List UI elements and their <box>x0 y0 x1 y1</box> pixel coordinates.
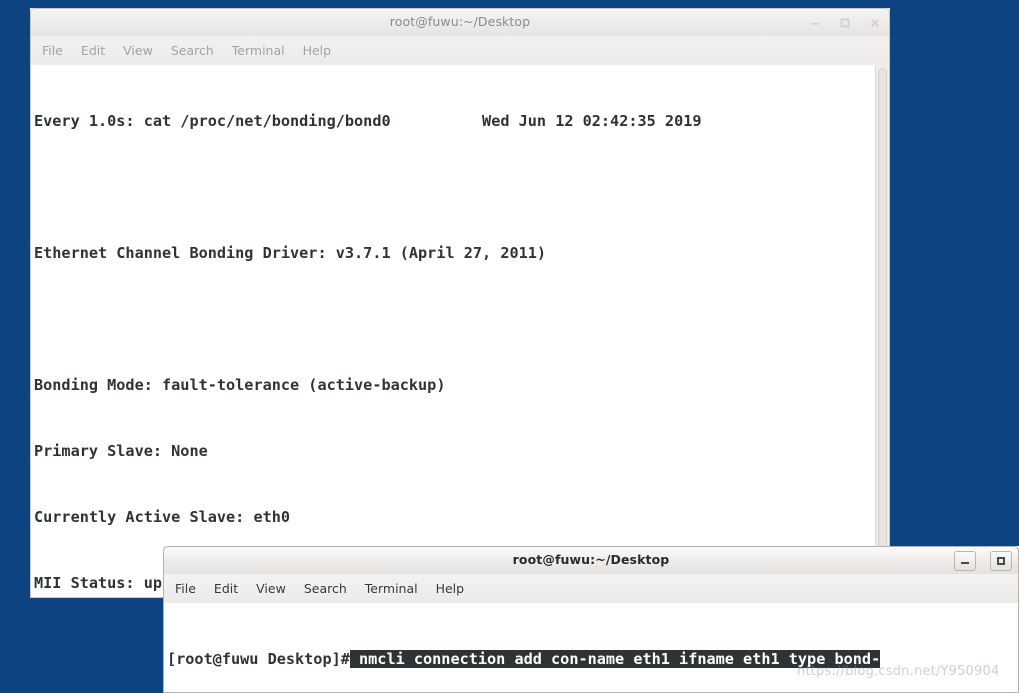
menu-item-file[interactable]: File <box>175 581 196 596</box>
terminal-line: Currently Active Slave: eth0 <box>34 508 291 526</box>
menubar[interactable]: File Edit View Search Terminal Help <box>163 574 1019 603</box>
terminal-window-watch-bond0[interactable]: root@fuwu:~/Desktop File Edit View Searc… <box>30 8 890 598</box>
menu-item-file[interactable]: File <box>42 43 63 58</box>
terminal-output-area[interactable]: [root@fuwu Desktop]# nmcli connection ad… <box>163 603 1019 693</box>
watch-header-right: Wed Jun 12 02:42:35 2019 <box>482 112 702 130</box>
menu-item-help[interactable]: Help <box>303 43 332 58</box>
terminal-line: Ethernet Channel Bonding Driver: v3.7.1 … <box>34 244 547 262</box>
terminal-text: [root@fuwu Desktop]# nmcli connection ad… <box>167 604 1018 692</box>
menu-item-search[interactable]: Search <box>304 581 347 596</box>
watch-header-spacer <box>391 112 482 130</box>
shell-prompt: [root@fuwu Desktop]# <box>167 650 350 668</box>
menu-item-view[interactable]: View <box>256 581 286 596</box>
close-icon[interactable] <box>867 15 883 31</box>
terminal-line: Primary Slave: None <box>34 442 208 460</box>
window-title: root@fuwu:~/Desktop <box>512 552 670 567</box>
menu-item-help[interactable]: Help <box>436 581 465 596</box>
menu-item-edit[interactable]: Edit <box>214 581 238 596</box>
window-title: root@fuwu:~/Desktop <box>389 14 531 29</box>
menu-item-terminal[interactable]: Terminal <box>232 43 285 58</box>
maximize-icon[interactable] <box>837 15 853 31</box>
maximize-icon[interactable] <box>990 551 1012 571</box>
watch-header-line: Every 1.0s: cat /proc/net/bonding/bond0 … <box>34 110 889 132</box>
minimize-icon[interactable] <box>807 15 823 31</box>
watch-header-left: Every 1.0s: cat /proc/net/bonding/bond0 <box>34 112 391 130</box>
terminal-line: Bonding Mode: fault-tolerance (active-ba… <box>34 376 446 394</box>
titlebar[interactable]: root@fuwu:~/Desktop <box>30 8 890 36</box>
selected-command-text[interactable]: nmcli connection add con-name eth1 ifnam… <box>349 650 881 668</box>
menu-item-terminal[interactable]: Terminal <box>365 581 418 596</box>
window-controls[interactable] <box>807 9 883 37</box>
desktop-background: root@fuwu:~/Desktop File Edit View Searc… <box>0 0 1019 693</box>
menubar[interactable]: File Edit View Search Terminal Help <box>30 36 890 65</box>
terminal-output-area[interactable]: Every 1.0s: cat /proc/net/bonding/bond0 … <box>30 65 890 598</box>
terminal-window-nmcli[interactable]: root@fuwu:~/Desktop File Edit View Searc… <box>163 546 1019 693</box>
menu-item-edit[interactable]: Edit <box>81 43 105 58</box>
terminal-command-line: [root@fuwu Desktop]# nmcli connection ad… <box>167 648 1018 670</box>
window-controls[interactable] <box>954 547 1012 575</box>
titlebar[interactable]: root@fuwu:~/Desktop <box>163 546 1019 574</box>
menu-item-view[interactable]: View <box>123 43 153 58</box>
scrollbar-thumb[interactable] <box>878 68 887 588</box>
vertical-scrollbar[interactable] <box>875 65 889 597</box>
minimize-icon[interactable] <box>954 551 976 571</box>
terminal-text: Every 1.0s: cat /proc/net/bonding/bond0 … <box>34 66 889 597</box>
menu-item-search[interactable]: Search <box>171 43 214 58</box>
